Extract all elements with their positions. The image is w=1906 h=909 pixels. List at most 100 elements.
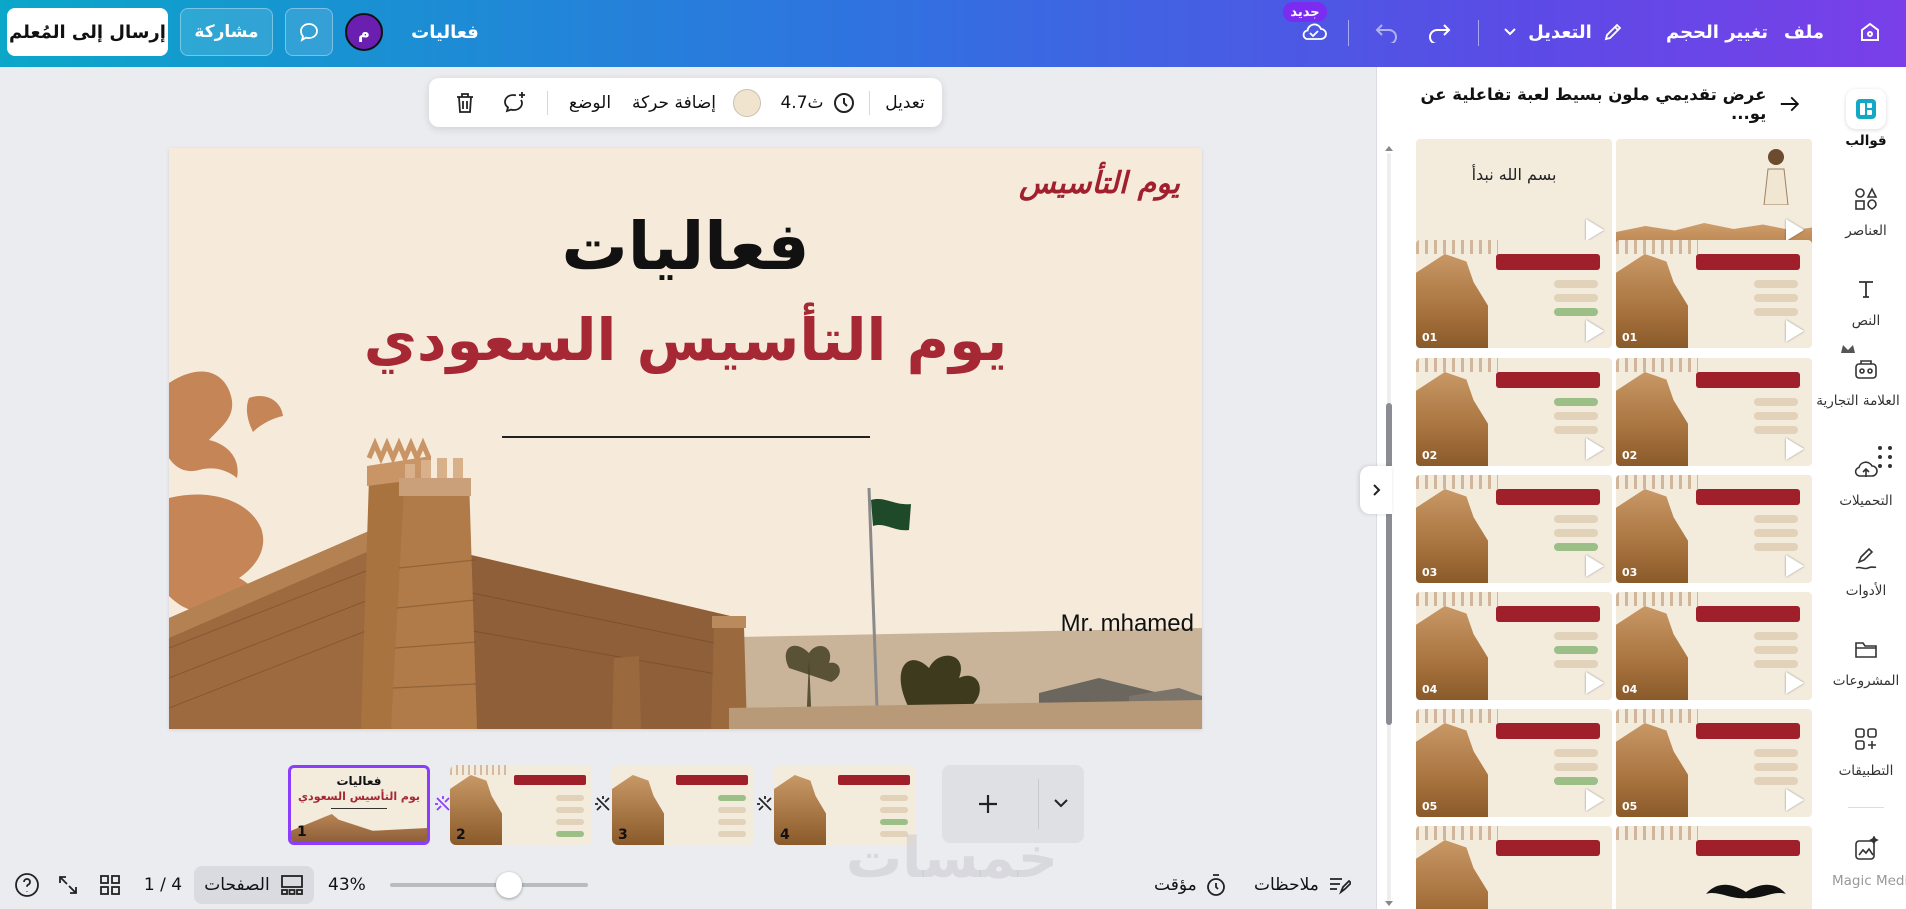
scroll-down-icon[interactable]	[1383, 899, 1395, 909]
play-icon	[1586, 672, 1604, 694]
template-thumbnail[interactable]: 02	[1616, 358, 1812, 466]
rail-label: الأدوات	[1845, 583, 1887, 599]
templates-panel: عرض تقديمي ملون بسيط لعبة تفاعلية عن يو.…	[1376, 67, 1826, 909]
divider	[869, 91, 870, 115]
thumb-option	[718, 795, 746, 801]
grid-view-button[interactable]	[98, 866, 128, 904]
collapse-panel-button[interactable]	[1360, 466, 1392, 514]
back-arrow-icon[interactable]	[1778, 94, 1801, 114]
edit-button[interactable]: تعديل	[875, 78, 935, 127]
panel-scrollbar[interactable]	[1383, 143, 1395, 909]
thumb-number: 03	[1422, 566, 1438, 579]
template-thumbnail[interactable]	[1616, 826, 1812, 909]
chevron-down-icon	[1504, 28, 1516, 36]
transition-button[interactable]	[592, 793, 614, 815]
fullscreen-button[interactable]	[56, 866, 86, 904]
thumb-pattern	[1616, 709, 1698, 723]
share-button[interactable]: مشاركة	[180, 8, 273, 56]
redo-button[interactable]	[1422, 14, 1456, 50]
template-thumbnail[interactable]: بسم الله نبدأ	[1416, 139, 1612, 247]
thumb-option	[1754, 763, 1798, 771]
panel-title: عرض تقديمي ملون بسيط لعبة تفاعلية عن يو.…	[1420, 85, 1767, 123]
template-thumbnail[interactable]: 05	[1416, 709, 1612, 817]
add-comment-button[interactable]	[489, 78, 539, 127]
zoom-level[interactable]: 43%	[328, 866, 378, 904]
help-button[interactable]	[14, 866, 44, 904]
avatar[interactable]: م	[345, 13, 383, 51]
resize-button[interactable]: تغيير الحجم	[1654, 14, 1780, 50]
position-button[interactable]: الوضع	[555, 78, 625, 127]
rail-label: المشروعات	[1832, 673, 1900, 689]
thumb-pattern	[1416, 826, 1498, 840]
thumb-option	[1554, 529, 1598, 537]
chevron-down-icon[interactable]	[1052, 797, 1070, 811]
thumb-question-bar	[1496, 606, 1600, 622]
duration-button[interactable]: 4.7ث	[773, 78, 863, 127]
scroll-up-icon[interactable]	[1383, 143, 1395, 153]
home-button[interactable]	[1850, 14, 1890, 50]
thumb-option	[1754, 777, 1798, 785]
template-thumbnail[interactable]: 01	[1416, 240, 1612, 348]
page-thumbnail-3[interactable]: 3	[612, 765, 754, 845]
edit-menu-button[interactable]: التعديل	[1498, 14, 1628, 50]
pages-button[interactable]: الصفحات	[194, 866, 314, 904]
page-thumbnail-1[interactable]: فعاليات يوم التأسيس السعودي 1	[288, 765, 430, 845]
template-thumbnail[interactable]	[1616, 139, 1812, 247]
template-thumbnail[interactable]: 03	[1616, 475, 1812, 583]
thumb-option	[1754, 412, 1798, 420]
rail-item-brand[interactable]: العلامة التجارية	[1816, 345, 1906, 409]
rail-item-magic-media[interactable]: Magic Media	[1826, 829, 1906, 889]
rail-item-projects[interactable]: المشروعات	[1826, 629, 1906, 689]
zoom-slider-handle[interactable]	[496, 872, 522, 898]
transition-button[interactable]	[754, 793, 776, 815]
template-thumbnail[interactable]: 05	[1616, 709, 1812, 817]
template-thumbnail[interactable]: 01	[1616, 240, 1812, 348]
rail-item-apps[interactable]: التطبيقات	[1826, 719, 1906, 779]
document-title[interactable]: فعاليات	[400, 14, 490, 50]
slide-author[interactable]: Mr. mhamed	[1061, 610, 1194, 638]
thumb-pattern	[1416, 358, 1498, 372]
scroll-thumb[interactable]	[1386, 403, 1392, 725]
thumb-option	[1554, 280, 1598, 288]
rail-item-elements[interactable]: العناصر	[1826, 179, 1906, 239]
notes-button[interactable]: ملاحظات	[1254, 866, 1358, 904]
background-color-button[interactable]	[723, 78, 771, 127]
add-animation-button[interactable]: إضافة حركة	[625, 78, 723, 127]
template-thumbnail[interactable]	[1416, 826, 1612, 909]
template-thumbnail[interactable]: 04	[1616, 592, 1812, 700]
comment-button[interactable]	[285, 8, 333, 56]
pencil-icon	[1604, 23, 1622, 41]
thumb-option	[1554, 763, 1598, 771]
thumb-fort	[291, 814, 427, 842]
page-thumbnail-2[interactable]: 2	[450, 765, 592, 845]
text-icon	[1846, 269, 1886, 309]
slide-title[interactable]: فعاليات	[169, 208, 1202, 285]
template-thumbnail[interactable]: 03	[1416, 475, 1612, 583]
slide-divider-line[interactable]	[502, 436, 870, 438]
slide-canvas[interactable]: يوم التأسيس فعاليات يوم التأسيس السعودي …	[169, 148, 1202, 729]
thumb-option	[556, 831, 584, 837]
rail-item-templates[interactable]: قوالب	[1826, 89, 1906, 149]
thumb-option	[1754, 426, 1798, 434]
thumb-question-bar	[1496, 254, 1600, 270]
delete-button[interactable]	[441, 78, 489, 127]
undo-button[interactable]	[1370, 14, 1404, 50]
slide-subtitle[interactable]: يوم التأسيس السعودي	[169, 306, 1202, 374]
rail-label: قوالب	[1845, 133, 1887, 149]
plus-icon	[979, 795, 997, 813]
draw-icon	[1846, 539, 1886, 579]
rail-item-tools[interactable]: الأدوات	[1826, 539, 1906, 599]
thumb-question-bar	[1496, 840, 1600, 856]
thumb-option	[1554, 294, 1598, 302]
grid-icon	[100, 875, 120, 895]
rail-item-text[interactable]: النص	[1826, 269, 1906, 329]
file-menu-button[interactable]: ملف	[1780, 14, 1828, 50]
template-thumbnail[interactable]: 02	[1416, 358, 1612, 466]
cloud-saved-button[interactable]	[1296, 14, 1332, 50]
timer-button[interactable]: مؤقت	[1154, 866, 1234, 904]
send-to-teacher-button[interactable]: إرسال إلى المُعلم	[7, 8, 168, 56]
zoom-slider-track[interactable]	[390, 883, 588, 887]
templates-icon	[1846, 89, 1886, 129]
template-thumbnail[interactable]: 04	[1416, 592, 1612, 700]
drag-handle-icon[interactable]	[1874, 442, 1896, 472]
